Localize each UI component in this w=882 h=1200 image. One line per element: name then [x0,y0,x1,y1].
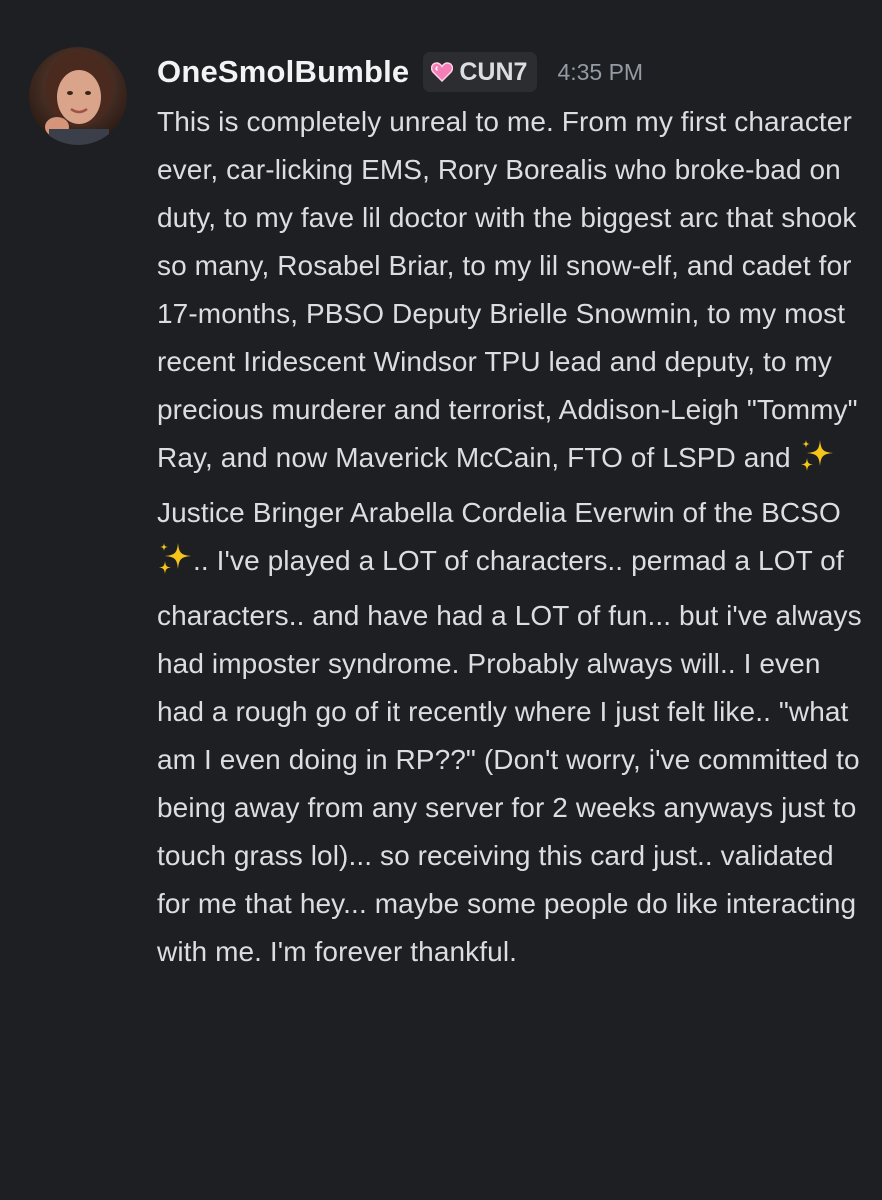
pink-heart-icon [431,62,454,82]
message-body: This is completely unreal to me. From my… [157,98,872,976]
username[interactable]: OneSmolBumble [157,54,409,90]
server-tag[interactable]: CUN7 [423,52,538,92]
message-timestamp[interactable]: 4:35 PM [557,59,643,86]
server-tag-label: CUN7 [459,57,528,86]
sparkles-emoji [799,438,835,489]
message-text-part-3: .. I've played a LOT of characters.. per… [157,545,862,967]
sparkles-emoji [157,541,193,592]
message-content: OneSmolBumble CUN7 4:35 PM This is compl… [157,46,872,976]
chat-message: OneSmolBumble CUN7 4:35 PM This is compl… [0,0,882,1200]
user-avatar[interactable] [29,47,127,145]
message-text-part-1: This is completely unreal to me. From my… [157,106,858,473]
message-text-part-2: Justice Bringer Arabella Cordelia Everwi… [157,497,841,528]
message-header: OneSmolBumble CUN7 4:35 PM [157,46,872,98]
